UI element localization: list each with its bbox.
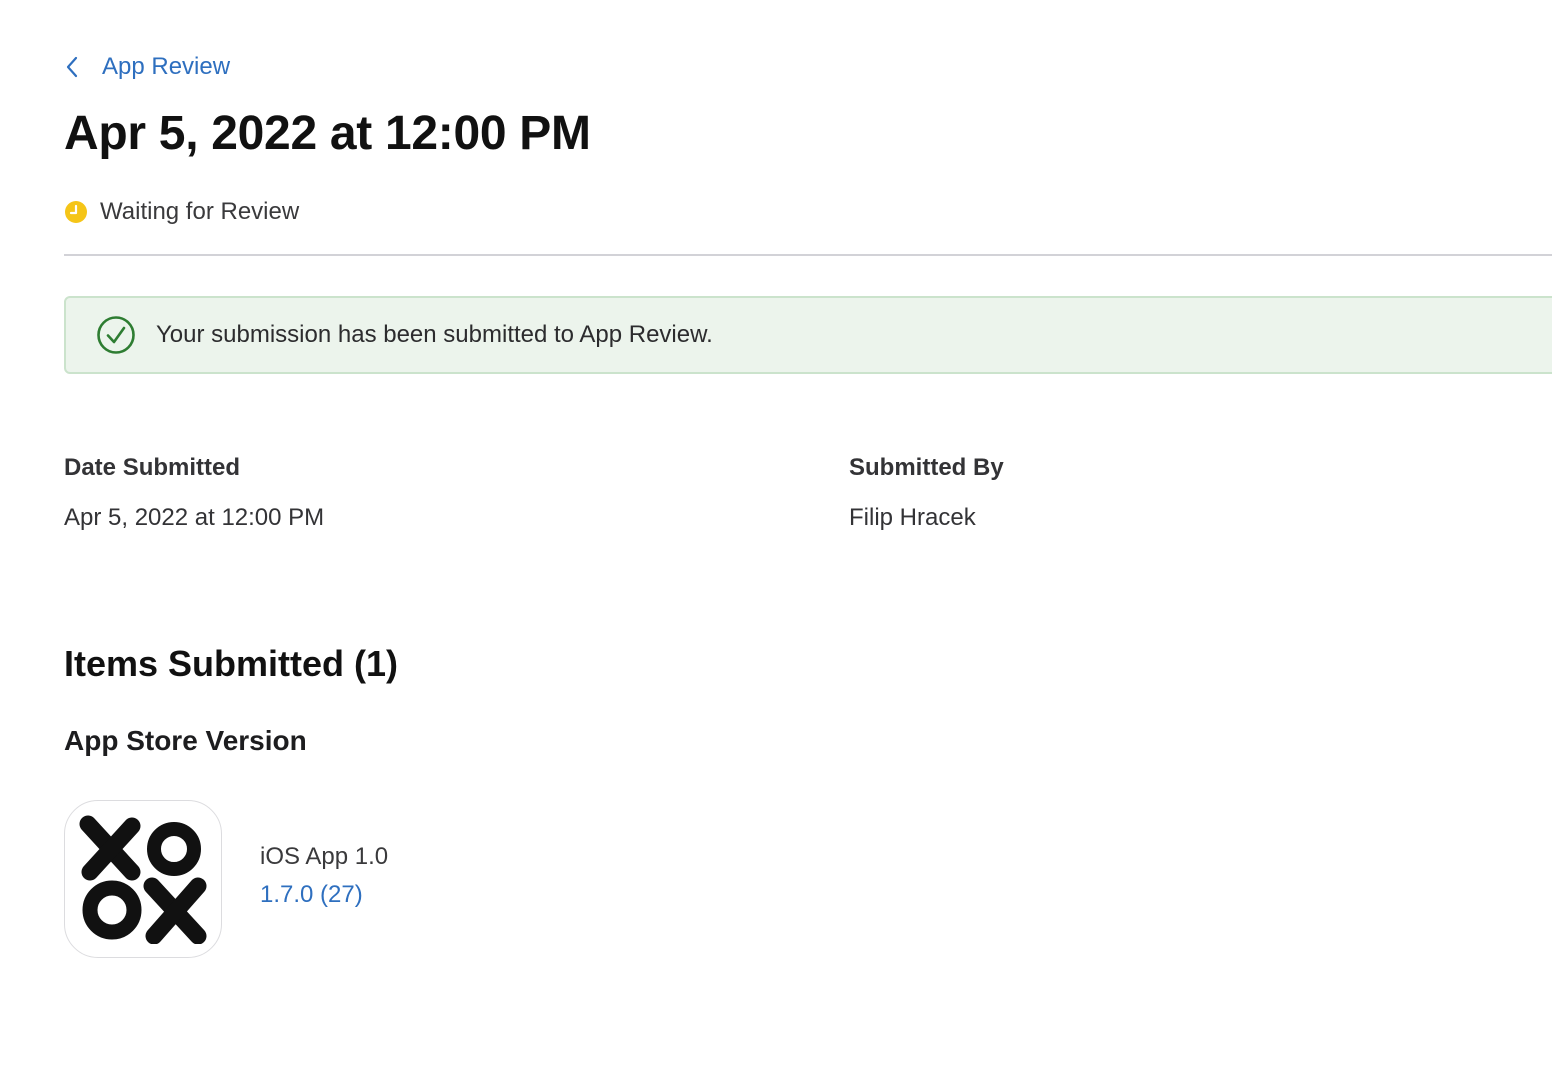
clock-status-icon: [65, 201, 87, 223]
submitted-by-value: Filip Hracek: [849, 504, 976, 531]
page-title: Apr 5, 2022 at 12:00 PM: [64, 107, 591, 160]
app-review-submission-page: App Review Apr 5, 2022 at 12:00 PM Waiti…: [0, 0, 1552, 1072]
success-banner: Your submission has been submitted to Ap…: [64, 296, 1552, 374]
app-version-link[interactable]: 1.7.0 (27): [260, 879, 363, 911]
header-divider: [64, 254, 1552, 256]
date-submitted-value: Apr 5, 2022 at 12:00 PM: [64, 504, 325, 531]
status-label: Waiting for Review: [100, 198, 300, 225]
items-submitted-heading: Items Submitted (1): [64, 643, 399, 684]
back-to-app-review-link[interactable]: App Review: [64, 50, 230, 84]
submitted-by-label: Submitted By: [849, 454, 1004, 481]
banner-message: Your submission has been submitted to Ap…: [156, 321, 713, 348]
chevron-left-icon: [66, 56, 78, 78]
app-store-version-heading: App Store Version: [64, 725, 307, 756]
app-name: iOS App 1.0: [260, 843, 389, 870]
status-badge: Waiting for Review: [64, 196, 299, 228]
xo-logo-icon: [79, 815, 207, 944]
xo-game-app-icon: [64, 800, 222, 958]
back-link-label: App Review: [102, 53, 231, 80]
date-submitted-label: Date Submitted: [64, 454, 241, 481]
checkmark-circle-icon: [97, 316, 135, 354]
